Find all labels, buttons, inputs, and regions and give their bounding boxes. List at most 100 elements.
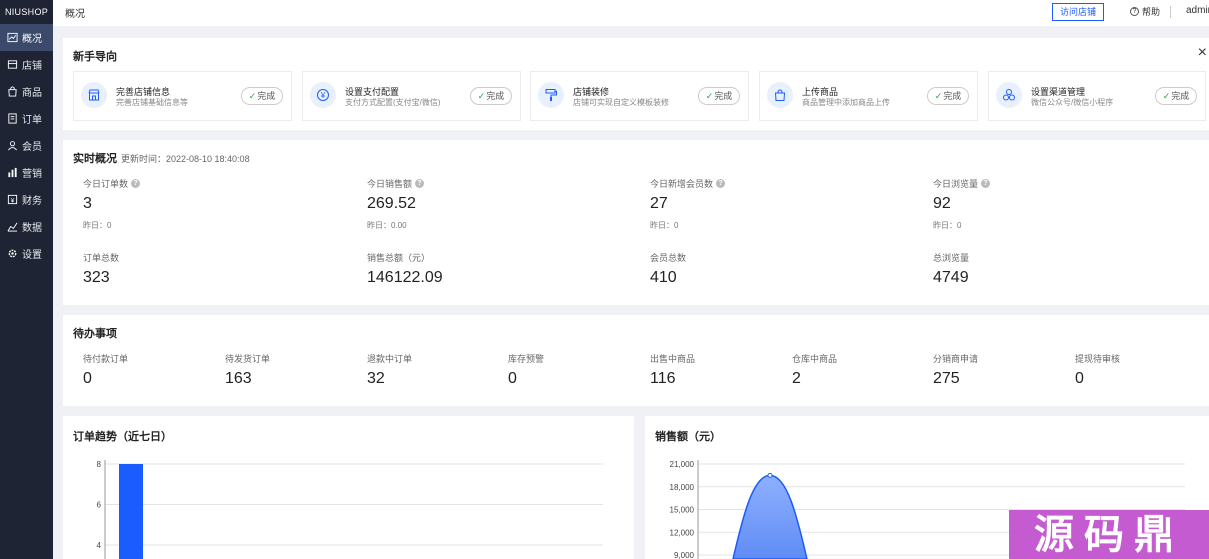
todo-label: 退款中订单: [367, 354, 413, 364]
sidebar-item-7[interactable]: 数据: [0, 213, 53, 240]
channel-icon: [996, 82, 1022, 108]
svg-text:¥: ¥: [320, 91, 326, 100]
wallet-icon: ¥: [6, 194, 18, 206]
logo: NIUSHOP: [4, 7, 49, 17]
guide-done-button[interactable]: ✓完成: [698, 87, 740, 105]
sidebar-item-8[interactable]: 设置: [0, 240, 53, 267]
question-icon[interactable]: ?: [131, 179, 141, 188]
y-tick-label: 8: [97, 460, 102, 469]
done-label: 完成: [1171, 91, 1190, 101]
todo-label: 待付款订单: [83, 354, 129, 364]
total-stat: 总浏览量 4749: [933, 251, 969, 287]
sidebar: NIUSHOP 概况 店铺商品订单会员营销 ¥ 财务数据设置: [0, 0, 53, 559]
order-icon: [6, 113, 18, 125]
realtime-title: 实时概况: [73, 153, 117, 165]
guide-done-button[interactable]: ✓完成: [470, 87, 512, 105]
todo-value: 116: [650, 370, 676, 387]
guide-item[interactable]: 设置渠道管理 微信公众号/微信小程序 ✓完成: [988, 71, 1206, 121]
sidebar-item-4[interactable]: 会员: [0, 132, 53, 159]
close-icon[interactable]: ×: [1198, 45, 1207, 61]
stat-value: 4749: [933, 269, 969, 286]
question-icon[interactable]: ?: [981, 179, 991, 188]
todo-label: 分销商申请: [933, 354, 979, 364]
guide-item-desc: 完善店铺基础信息等: [116, 98, 188, 107]
sidebar-item-1[interactable]: 店铺: [0, 51, 53, 78]
guide-item[interactable]: 店铺装修 店铺可实现自定义模板装修 ✓完成: [530, 71, 749, 121]
y-tick-label: 21,000: [670, 460, 695, 469]
todo-label: 库存预警: [508, 354, 545, 364]
bar[interactable]: [119, 464, 143, 559]
admin-user[interactable]: admin: [1186, 5, 1209, 16]
y-tick-label: 12,000: [670, 528, 695, 537]
check-icon: ✓: [705, 91, 714, 101]
todo-stat[interactable]: 提现待审核 0: [1075, 352, 1120, 388]
check-icon: ✓: [1162, 91, 1171, 101]
peak-point[interactable]: [767, 472, 773, 478]
todo-stat[interactable]: 出售中商品 116: [650, 352, 695, 388]
stat-yesterday: 昨日：0: [83, 221, 112, 230]
order-trend-card: 订单趋势（近七日） 864: [63, 416, 634, 559]
help-label: 帮助: [1142, 7, 1161, 17]
store-icon: [81, 82, 107, 108]
visit-store-button[interactable]: 访问店铺: [1052, 3, 1104, 21]
total-stat: 会员总数 410: [650, 251, 686, 287]
sidebar-item-5[interactable]: 营销: [0, 159, 53, 186]
topbar: 概况 访问店铺 ? 帮助 admin: [53, 0, 1209, 26]
total-stat: 销售总额（元） 146122.09: [367, 251, 443, 287]
stat-value: 27: [650, 195, 668, 212]
stat-value: 146122.09: [367, 269, 443, 286]
stat-label: 今日浏览量: [933, 179, 979, 189]
guide-item[interactable]: ¥ 设置支付配置 支付方式配置(支付宝/微信) ✓完成: [302, 71, 521, 121]
guide-item-desc: 店铺可实现自定义模板装修: [573, 98, 669, 107]
stat-yesterday: 昨日：0: [650, 221, 679, 230]
stat-yesterday: 昨日：0.00: [367, 221, 407, 230]
y-tick-label: 15,000: [670, 506, 695, 515]
todo-stat[interactable]: 库存预警 0: [508, 352, 544, 388]
todo-label: 仓库中商品: [792, 354, 838, 364]
question-icon[interactable]: ?: [716, 179, 726, 188]
sidebar-item-label: 设置: [22, 250, 42, 261]
guide-title: 新手导向: [73, 51, 117, 63]
order-trend-chart: 8 6 4: [97, 460, 603, 559]
todo-label: 提现待审核: [1075, 354, 1121, 364]
stat-label: 总浏览量: [933, 253, 970, 263]
sidebar-item-0[interactable]: 概况: [0, 24, 53, 51]
sidebar-item-2[interactable]: 商品: [0, 78, 53, 105]
todo-value: 163: [225, 370, 252, 387]
sidebar-item-label: 商品: [22, 88, 42, 99]
help-link[interactable]: ? 帮助: [1130, 5, 1160, 18]
stat-label: 订单总数: [83, 253, 120, 263]
y-tick-label: 4: [97, 541, 102, 550]
store-icon: [6, 59, 18, 71]
today-stat: 今日订单数? 3 昨日：0: [83, 177, 141, 231]
sidebar-item-label: 数据: [22, 223, 42, 234]
check-icon: ✓: [477, 91, 486, 101]
sidebar-item-label: 营销: [22, 169, 42, 180]
stat-value: 92: [933, 195, 951, 212]
stat-label: 今日订单数: [83, 179, 129, 189]
sidebar-item-label: 会员: [22, 142, 42, 153]
todo-stat[interactable]: 待发货订单 163: [225, 352, 270, 388]
sidebar-item-3[interactable]: 订单: [0, 105, 53, 132]
guide-done-button[interactable]: ✓完成: [927, 87, 969, 105]
todo-stat[interactable]: 待付款订单 0: [83, 352, 128, 388]
guide-done-button[interactable]: ✓完成: [1155, 87, 1197, 105]
question-icon[interactable]: ?: [415, 179, 425, 188]
sidebar-item-6[interactable]: ¥ 财务: [0, 186, 53, 213]
done-label: 完成: [943, 91, 962, 101]
area-series[interactable]: [732, 474, 808, 559]
watermark: 源码鼎: [1009, 510, 1209, 559]
bag-icon: [6, 86, 18, 98]
todo-stat[interactable]: 退款中订单 32: [367, 352, 412, 388]
guide-item-desc: 商品管理中添加商品上传: [802, 98, 890, 107]
check-icon: ✓: [248, 91, 257, 101]
guide-done-button[interactable]: ✓完成: [241, 87, 283, 105]
paint-roller-icon: [538, 82, 564, 108]
guide-item[interactable]: 完善店铺信息 完善店铺基础信息等 ✓完成: [73, 71, 292, 121]
user-icon: [6, 140, 18, 152]
todo-stat[interactable]: 仓库中商品 2: [792, 352, 837, 388]
todo-stat[interactable]: 分销商申请 275: [933, 352, 978, 388]
stat-value: 323: [83, 269, 110, 286]
guide-item[interactable]: 上传商品 商品管理中添加商品上传 ✓完成: [759, 71, 978, 121]
todo-card: 待办事项 待付款订单 0 待发货订单 163 退款中订单 32 库存预警 0 出售中商品 116 仓…: [63, 315, 1209, 406]
